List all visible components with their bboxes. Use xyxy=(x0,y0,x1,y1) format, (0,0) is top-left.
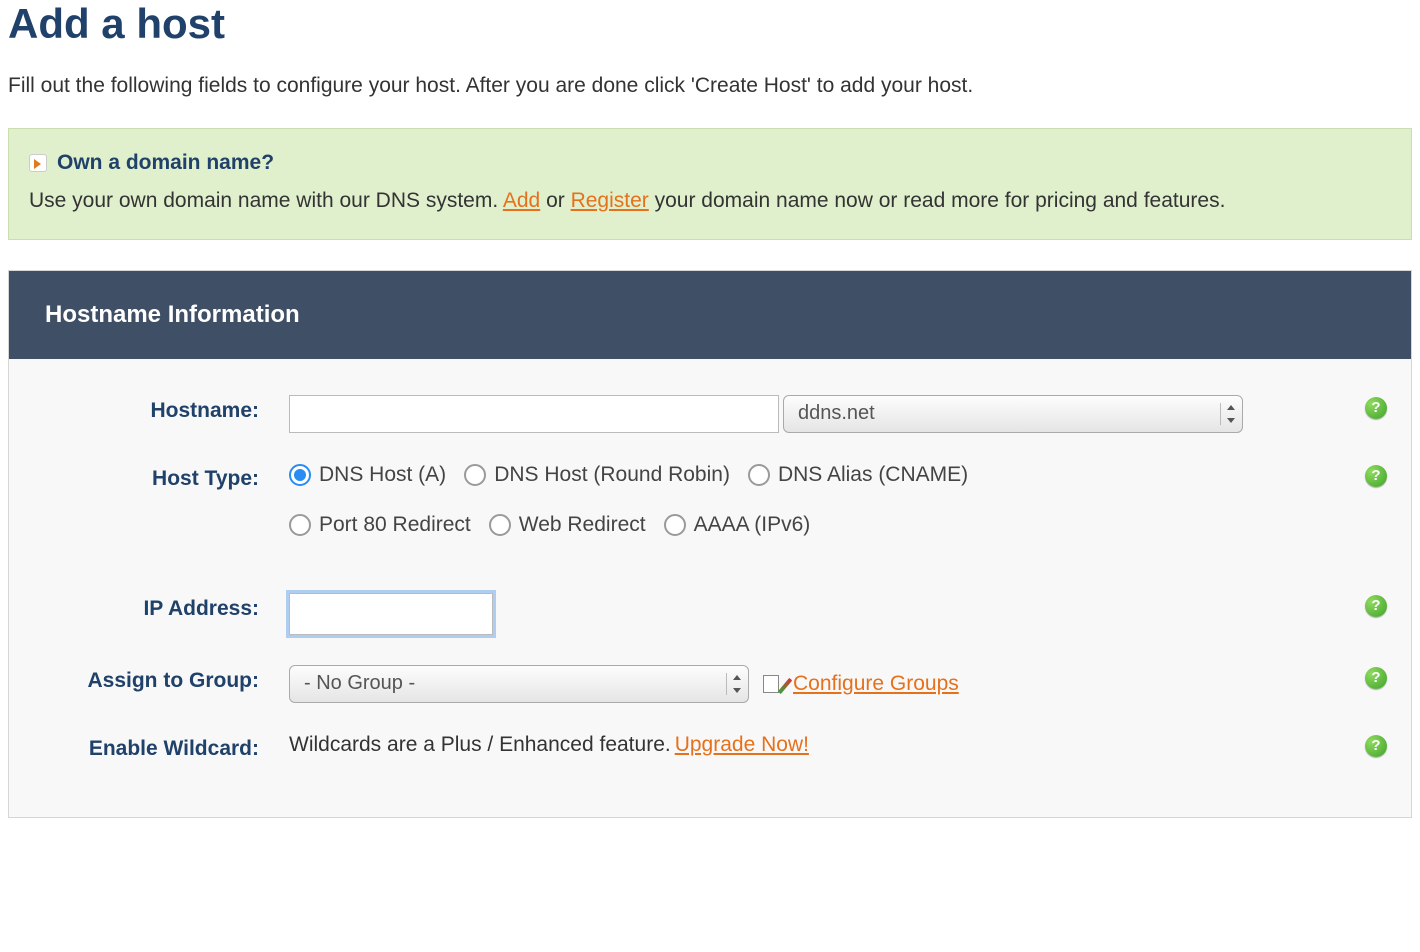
domain-select[interactable]: ddns.net xyxy=(783,395,1243,433)
radio-icon xyxy=(289,464,311,486)
radio-label: AAAA (IPv6) xyxy=(694,513,811,537)
info-text-or: or xyxy=(540,189,570,212)
group-select[interactable]: - No Group - xyxy=(289,665,749,703)
hostname-label: Hostname: xyxy=(19,393,289,423)
help-icon[interactable] xyxy=(1365,667,1387,689)
hosttype-label: Host Type: xyxy=(19,461,289,491)
hosttype-radio-port80[interactable]: Port 80 Redirect xyxy=(289,513,471,537)
radio-label: DNS Alias (CNAME) xyxy=(778,463,968,487)
group-select-value: - No Group - xyxy=(304,672,415,695)
hosttype-row: Host Type: DNS Host (A) DNS Host (Round … xyxy=(19,447,1401,577)
radio-label: DNS Host (A) xyxy=(319,463,446,487)
radio-icon xyxy=(489,514,511,536)
radio-label: Web Redirect xyxy=(519,513,646,537)
wildcard-text: Wildcards are a Plus / Enhanced feature. xyxy=(289,733,671,757)
hostname-row: Hostname: ddns.net xyxy=(19,379,1401,447)
ip-row: IP Address: xyxy=(19,577,1401,649)
info-box-text: Use your own domain name with our DNS sy… xyxy=(29,185,1391,217)
panel-header: Hostname Information xyxy=(9,271,1411,359)
help-icon[interactable] xyxy=(1365,735,1387,757)
chevron-updown-icon xyxy=(726,673,742,695)
info-text-post: your domain name now or read more for pr… xyxy=(649,189,1226,212)
configure-groups-link[interactable]: Configure Groups xyxy=(793,672,959,696)
panel-body: Hostname: ddns.net Host Type: DNS Host (… xyxy=(9,359,1411,817)
group-row: Assign to Group: - No Group - Configure … xyxy=(19,649,1401,717)
info-text-pre: Use your own domain name with our DNS sy… xyxy=(29,189,503,212)
hosttype-radio-a[interactable]: DNS Host (A) xyxy=(289,463,446,487)
upgrade-now-link[interactable]: Upgrade Now! xyxy=(675,733,809,757)
register-domain-link[interactable]: Register xyxy=(571,189,649,212)
radio-icon xyxy=(464,464,486,486)
edit-icon xyxy=(763,673,785,695)
radio-icon xyxy=(748,464,770,486)
add-domain-link[interactable]: Add xyxy=(503,189,540,212)
radio-label: Port 80 Redirect xyxy=(319,513,471,537)
arrow-right-icon xyxy=(29,154,47,172)
hostname-panel: Hostname Information Hostname: ddns.net … xyxy=(8,270,1412,818)
ip-label: IP Address: xyxy=(19,591,289,621)
radio-label: DNS Host (Round Robin) xyxy=(494,463,730,487)
wildcard-label: Enable Wildcard: xyxy=(19,731,289,761)
chevron-updown-icon xyxy=(1220,403,1236,425)
hosttype-radio-cname[interactable]: DNS Alias (CNAME) xyxy=(748,463,968,487)
help-icon[interactable] xyxy=(1365,465,1387,487)
page-description: Fill out the following fields to configu… xyxy=(8,74,1412,98)
wildcard-row: Enable Wildcard: Wildcards are a Plus / … xyxy=(19,717,1401,777)
hosttype-radio-aaaa[interactable]: AAAA (IPv6) xyxy=(664,513,811,537)
help-icon[interactable] xyxy=(1365,397,1387,419)
domain-select-value: ddns.net xyxy=(798,402,875,425)
help-icon[interactable] xyxy=(1365,595,1387,617)
hosttype-radio-roundrobin[interactable]: DNS Host (Round Robin) xyxy=(464,463,730,487)
domain-info-box: Own a domain name? Use your own domain n… xyxy=(8,128,1412,240)
radio-icon xyxy=(289,514,311,536)
hosttype-radio-webredirect[interactable]: Web Redirect xyxy=(489,513,646,537)
info-box-heading: Own a domain name? xyxy=(29,151,274,175)
radio-icon xyxy=(664,514,686,536)
page-title: Add a host xyxy=(8,0,1412,48)
group-label: Assign to Group: xyxy=(19,663,289,693)
hostname-input[interactable] xyxy=(289,395,779,433)
info-heading-text: Own a domain name? xyxy=(57,151,274,175)
ip-address-input[interactable] xyxy=(289,593,493,635)
